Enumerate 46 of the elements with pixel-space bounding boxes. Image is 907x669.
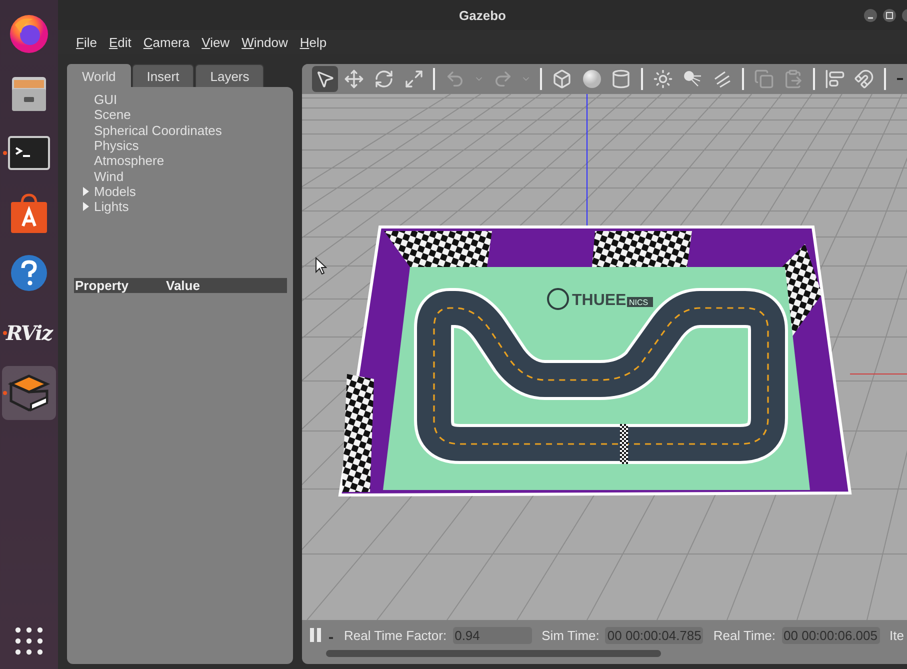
tab[interactable]: Insert [132,64,194,87]
dock-item[interactable]: RViz [2,306,56,360]
tab[interactable]: World [67,64,131,87]
tab[interactable]: Layers [195,64,264,87]
pause-icon[interactable] [310,627,322,643]
menu-item[interactable]: View [196,34,236,50]
field-label: Ite [890,628,904,642]
rviz-logo: RViz [6,321,52,345]
tree-item[interactable]: Spherical Coordinates [94,122,222,138]
field-label: Sim Time: [542,628,600,642]
column-header: Value [165,278,201,293]
menu-item[interactable]: Camera [137,34,196,50]
menu-item[interactable]: Edit [102,34,138,50]
tree-item[interactable]: Models [94,184,136,199]
3d-scene-drawing: THUEE NICS [302,94,907,620]
tree-item[interactable]: Physics [94,138,139,154]
menu-item[interactable]: Help [294,34,333,50]
help-icon [10,254,48,292]
select-tool-button[interactable] [312,66,338,92]
tree-item[interactable]: Scene [94,107,131,122]
tree-item[interactable]: Lights [94,199,129,214]
apps-grid-icon[interactable] [15,627,43,655]
field-label: Real Time: [713,628,776,642]
minimize-button[interactable] [864,9,877,22]
caret-right-icon[interactable] [82,186,90,196]
window-title: Gazebo [459,8,506,22]
readout-field: 0.94 [452,626,532,644]
shopping-bag-icon [9,192,49,234]
readout-field: 00 00:00:06.005 [782,626,880,644]
tree-item[interactable]: Wind [94,168,124,184]
tree-item[interactable]: GUI [94,92,118,108]
terminal-icon [8,136,50,170]
tree-item[interactable]: Atmosphere [94,153,164,168]
readout-field: 00 00:00:04.785 [605,626,704,644]
maximize-icon [886,12,893,19]
column-header: Property [74,278,130,293]
field-label: Real Time Factor: [344,628,447,642]
caret-right-icon[interactable] [82,202,90,212]
menu-item[interactable]: File [70,34,103,50]
redo-icon [492,69,513,89]
dock-item[interactable] [2,366,56,420]
maximize-button[interactable] [883,9,896,22]
undo-icon [445,69,466,89]
menu-item[interactable]: Window [236,34,294,50]
scrollbar-thumb[interactable] [326,650,661,657]
mouse-pointer-icon [315,257,327,275]
